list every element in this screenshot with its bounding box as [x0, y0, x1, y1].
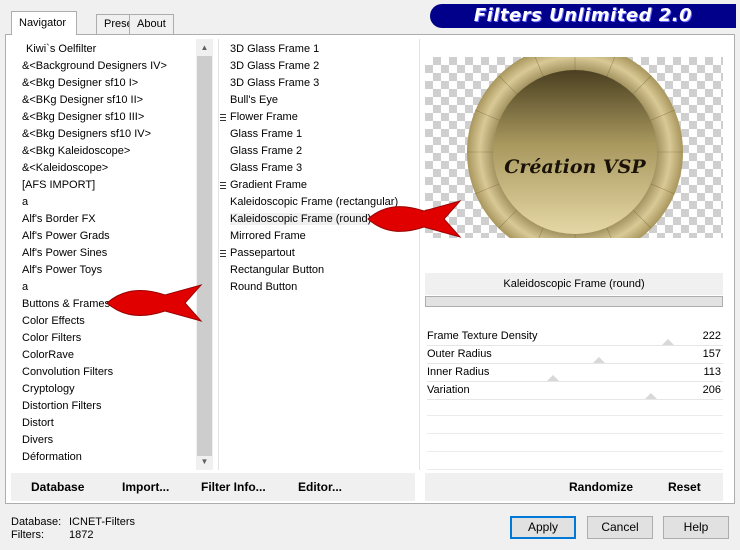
filter-item[interactable]: Glass Frame 2 [230, 143, 398, 160]
app-title: Filters Unlimited 2.0 [473, 5, 693, 26]
category-item[interactable]: &<BKg Designer sf10 II> [22, 92, 167, 109]
category-item[interactable]: Distort [22, 415, 167, 432]
category-item[interactable]: ColorRave [22, 347, 167, 364]
category-list[interactable]: Kiwi`s Oelfilter &<Background Designers I… [22, 41, 167, 466]
title-banner: Filters Unlimited 2.0 [430, 4, 736, 28]
help-button[interactable]: Help [663, 516, 729, 539]
filter-list[interactable]: 3D Glass Frame 1 3D Glass Frame 2 3D Glass… [219, 41, 398, 296]
category-item[interactable]: &<Bkg Designer sf10 III> [22, 109, 167, 126]
param-row[interactable]: Outer Radius 157 [427, 346, 723, 364]
divider [419, 39, 420, 470]
slider-thumb-icon[interactable] [593, 357, 605, 363]
param-label: Frame Texture Density [427, 330, 538, 342]
filter-item[interactable]: 3D Glass Frame 3 [230, 75, 398, 92]
filter-item[interactable]: Passepartout [219, 245, 398, 262]
cancel-button[interactable]: Cancel [587, 516, 653, 539]
slider-thumb-icon[interactable] [547, 375, 559, 381]
category-item[interactable]: a [22, 194, 167, 211]
category-item[interactable]: &<Bkg Kaleidoscope> [22, 143, 167, 160]
selected-filter-name: Kaleidoscopic Frame (round) [425, 273, 723, 295]
param-value: 157 [702, 348, 721, 360]
category-item[interactable]: Alf's Power Grads [22, 228, 167, 245]
param-label: Inner Radius [427, 366, 490, 378]
progress-bar [425, 296, 723, 307]
param-label: Variation [427, 384, 470, 396]
filter-item[interactable]: 3D Glass Frame 1 [230, 41, 398, 58]
reset-button[interactable]: Reset [668, 480, 701, 494]
category-item[interactable]: Alf's Power Toys [22, 262, 167, 279]
filter-item[interactable]: Gradient Frame [219, 177, 398, 194]
database-button[interactable]: Database [31, 480, 84, 494]
category-item[interactable]: &<Background Designers IV> [22, 58, 167, 75]
category-item[interactable]: Convolution Filters [22, 364, 167, 381]
param-row[interactable]: Inner Radius 113 [427, 364, 723, 382]
category-item[interactable]: &<Bkg Designer sf10 I> [22, 75, 167, 92]
scroll-up-icon[interactable]: ▲ [196, 39, 213, 56]
kaleidoscopic-frame-preview: Création VSP [467, 57, 683, 238]
param-value: 206 [702, 384, 721, 396]
empty-param-row [427, 417, 723, 434]
database-status: Database: ICNET-Filters [11, 516, 135, 528]
param-label: Outer Radius [427, 348, 492, 360]
filter-item[interactable]: Bull's Eye [230, 92, 398, 109]
empty-param-row [427, 399, 723, 416]
param-value: 113 [703, 366, 721, 378]
scroll-down-icon[interactable]: ▼ [196, 453, 213, 470]
category-item[interactable]: &<Kaleidoscope> [22, 160, 167, 177]
filter-item[interactable]: Rectangular Button [230, 262, 398, 279]
filter-item[interactable]: Glass Frame 3 [230, 160, 398, 177]
param-row[interactable]: Variation 206 [427, 382, 723, 400]
category-item[interactable]: Color Filters [22, 330, 167, 347]
empty-param-row [427, 453, 723, 470]
category-item[interactable]: Kiwi`s Oelfilter [22, 41, 167, 58]
filter-item[interactable]: Flower Frame [219, 109, 398, 126]
category-item[interactable]: Cryptology [22, 381, 167, 398]
scrollbar-thumb[interactable] [197, 56, 212, 456]
import-button[interactable]: Import... [122, 480, 169, 494]
red-arrow-icon [106, 284, 203, 322]
empty-param-row [427, 435, 723, 452]
tab-navigator[interactable]: Navigator [11, 11, 77, 35]
category-item[interactable]: Alf's Border FX [22, 211, 167, 228]
filter-item[interactable]: 3D Glass Frame 2 [230, 58, 398, 75]
category-item[interactable]: &<Bkg Designers sf10 IV> [22, 126, 167, 143]
filters-status: Filters: 1872 [11, 529, 94, 541]
editor-button[interactable]: Editor... [298, 480, 342, 494]
param-row[interactable]: Frame Texture Density 222 [427, 328, 723, 346]
red-arrow-icon [367, 200, 462, 238]
watermark-text: Création VSP [504, 156, 646, 178]
filter-item[interactable]: Round Button [230, 279, 398, 296]
param-value: 222 [702, 330, 721, 342]
divider [218, 39, 219, 470]
tab-about[interactable]: About [129, 14, 174, 34]
category-item[interactable]: Déformation [22, 449, 167, 466]
category-item[interactable]: [AFS IMPORT] [22, 177, 167, 194]
category-item[interactable]: Divers [22, 432, 167, 449]
randomize-button[interactable]: Randomize [569, 480, 633, 494]
filter-item[interactable]: Glass Frame 1 [230, 126, 398, 143]
category-item[interactable]: Distortion Filters [22, 398, 167, 415]
preview-image: Création VSP [425, 57, 723, 238]
slider-thumb-icon[interactable] [662, 339, 674, 345]
apply-button[interactable]: Apply [510, 516, 576, 539]
category-item[interactable]: Alf's Power Sines [22, 245, 167, 262]
filter-info-button[interactable]: Filter Info... [201, 480, 266, 494]
